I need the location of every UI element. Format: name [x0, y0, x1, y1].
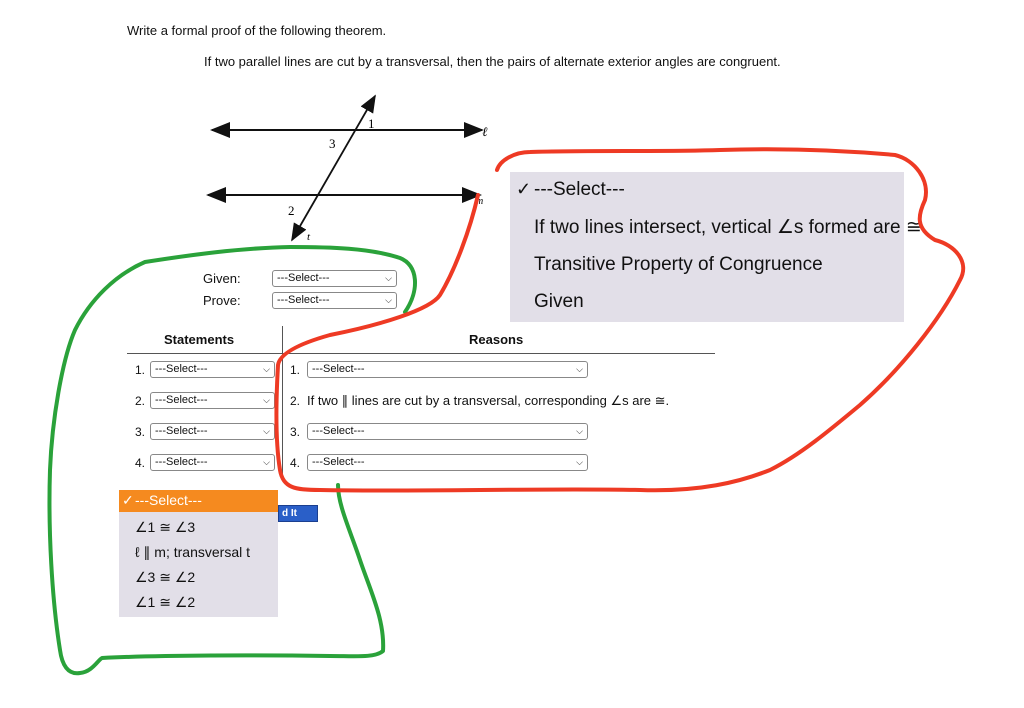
statement-option-select[interactable]: ---Select--- [135, 492, 202, 508]
reason-select-1[interactable]: ---Select--- ⌵ [307, 361, 588, 378]
angle-2-label: 2 [288, 203, 295, 218]
reason-number: 1. [290, 363, 301, 377]
reason-number: 3. [290, 425, 301, 439]
reason-option-transitive[interactable]: Transitive Property of Congruence [534, 254, 823, 276]
chevron-down-icon: ⌵ [263, 426, 270, 436]
reason-number: 2. [290, 394, 301, 408]
line-t-label: t [307, 231, 311, 243]
given-label: Given: [203, 271, 241, 286]
statement-option-4[interactable]: ∠1 ≅ ∠2 [135, 594, 195, 611]
chevron-down-icon: ⌵ [576, 457, 583, 467]
reason-number: 4. [290, 456, 301, 470]
reason-option-given[interactable]: Given [534, 291, 584, 313]
line-m-label: m [476, 196, 483, 207]
reasons-header: Reasons [469, 332, 524, 347]
prove-select-value: ---Select--- [277, 294, 330, 306]
submit-button-fragment[interactable]: d It [278, 505, 318, 522]
given-select[interactable]: ---Select--- ⌵ [272, 270, 397, 287]
checkmark-icon: ✓ [122, 492, 134, 508]
theorem-text: If two parallel lines are cut by a trans… [204, 54, 781, 69]
reason-select-value: ---Select--- [312, 456, 365, 468]
reason-select-3[interactable]: ---Select--- ⌵ [307, 423, 588, 440]
instruction-text: Write a formal proof of the following th… [127, 23, 387, 38]
transversal-t [291, 94, 376, 242]
reason-dropdown-menu: ✓ ---Select--- If two lines intersect, v… [510, 172, 927, 322]
statement-dropdown-menu: ✓ ---Select--- ∠1 ≅ ∠3 ℓ ∥ m; transversa… [119, 490, 278, 617]
angle-3-label: 3 [329, 136, 336, 151]
chevron-down-icon: ⌵ [576, 364, 583, 374]
statement-select-1[interactable]: ---Select--- ⌵ [150, 361, 275, 378]
table-column-divider [282, 326, 283, 476]
statement-number: 2. [135, 394, 146, 408]
chevron-down-icon: ⌵ [385, 273, 392, 283]
statement-select-value: ---Select--- [155, 456, 208, 468]
reason-select-value: ---Select--- [312, 363, 365, 375]
chevron-down-icon: ⌵ [576, 426, 583, 436]
prove-select[interactable]: ---Select--- ⌵ [272, 292, 397, 309]
reason-text-2: If two ∥ lines are cut by a transversal,… [307, 393, 670, 408]
angle-1-label: 1 [368, 116, 375, 131]
statement-select-3[interactable]: ---Select--- ⌵ [150, 423, 275, 440]
statement-select-2[interactable]: ---Select--- ⌵ [150, 392, 275, 409]
reason-option-select[interactable]: ---Select--- [534, 179, 625, 201]
reason-option-vertical-angles[interactable]: If two lines intersect, vertical ∠s form… [534, 216, 927, 239]
statement-select-4[interactable]: ---Select--- ⌵ [150, 454, 275, 471]
statement-option-3[interactable]: ∠3 ≅ ∠2 [135, 569, 195, 586]
statements-header: Statements [164, 332, 235, 347]
line-l-label: ℓ [482, 124, 488, 139]
reason-select-value: ---Select--- [312, 425, 365, 437]
parallel-lines-diagram: 1 3 2 ℓ m t [206, 94, 488, 243]
table-header-rule [127, 353, 715, 354]
chevron-down-icon: ⌵ [385, 295, 392, 305]
statement-select-value: ---Select--- [155, 394, 208, 406]
chevron-down-icon: ⌵ [263, 395, 270, 405]
statement-number: 4. [135, 456, 146, 470]
chevron-down-icon: ⌵ [263, 364, 270, 374]
statement-select-value: ---Select--- [155, 363, 208, 375]
prove-label: Prove: [203, 293, 241, 308]
statement-select-value: ---Select--- [155, 425, 208, 437]
statement-number: 1. [135, 363, 146, 377]
given-select-value: ---Select--- [277, 272, 330, 284]
statement-option-1[interactable]: ∠1 ≅ ∠3 [135, 519, 195, 536]
checkmark-icon: ✓ [516, 179, 532, 199]
reason-select-4[interactable]: ---Select--- ⌵ [307, 454, 588, 471]
statement-number: 3. [135, 425, 146, 439]
statement-option-2[interactable]: ℓ ∥ m; transversal t [135, 544, 250, 561]
chevron-down-icon: ⌵ [263, 457, 270, 467]
